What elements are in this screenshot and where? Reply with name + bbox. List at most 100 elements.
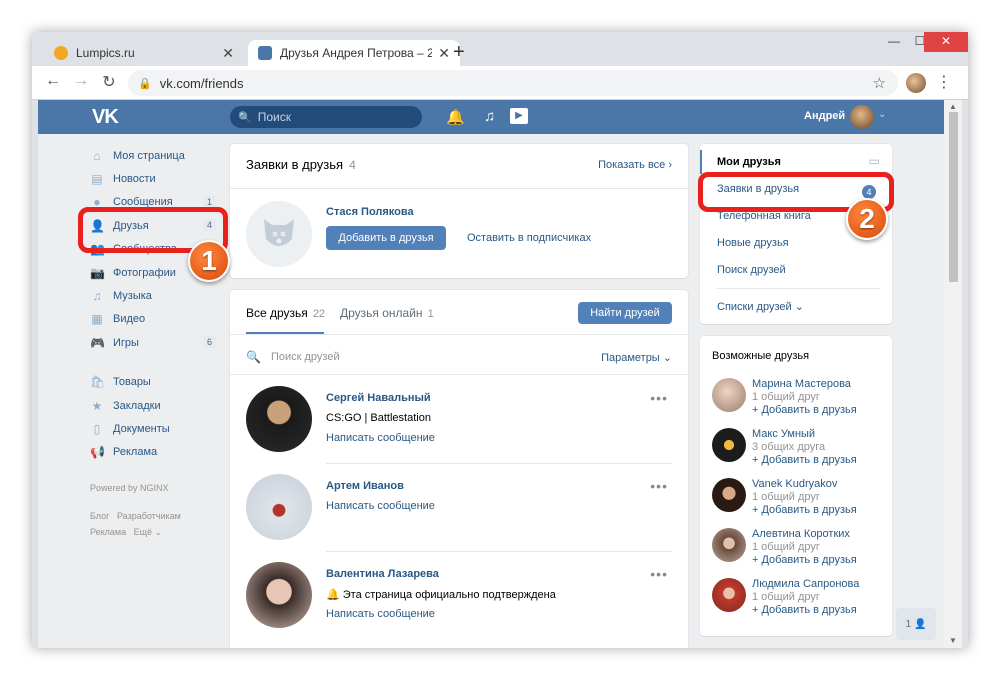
scroll-down-icon[interactable]: ▼: [949, 636, 957, 645]
header-avatar[interactable]: [850, 105, 874, 129]
add-friend-link[interactable]: + Добавить в друзья: [752, 504, 857, 516]
possible-friend-avatar[interactable]: [712, 428, 746, 462]
tab-vk-friends[interactable]: Друзья Андрея Петрова – 22 др ✕: [248, 40, 460, 66]
browser-menu-icon[interactable]: ⋮: [936, 72, 952, 92]
keep-subscriber-button[interactable]: Оставить в подписчиках: [467, 232, 591, 244]
footer-link-blog[interactable]: Блог: [90, 511, 109, 521]
friend-name[interactable]: Сергей Навальный: [326, 392, 431, 404]
friend-name[interactable]: Валентина Лазарева: [326, 568, 439, 580]
vk-search-input[interactable]: 🔍 Поиск: [230, 106, 422, 128]
page-scrollbar[interactable]: ▲ ▼: [944, 100, 962, 648]
minimize-icon[interactable]: —: [880, 32, 908, 52]
close-tab-icon[interactable]: ✕: [438, 45, 450, 62]
mutual-friends[interactable]: 3 общих друга: [752, 441, 825, 453]
lock-icon: 🔒: [138, 77, 152, 90]
nav-item-bookmarks[interactable]: ★ Закладки: [90, 394, 216, 417]
add-friend-link[interactable]: + Добавить в друзья: [752, 404, 857, 416]
default-avatar[interactable]: [246, 201, 312, 267]
nav-label: Реклама: [113, 446, 158, 459]
browser-toolbar: ← → ↻ 🔒 vk.com/friends ☆ ⋮: [32, 66, 968, 100]
browser-profile-avatar[interactable]: [906, 73, 926, 93]
footer-link-more[interactable]: Ещё ⌄: [134, 527, 162, 537]
music-note-icon[interactable]: ♫: [484, 108, 495, 125]
tab-count: 1: [427, 308, 434, 320]
bookmark-star-icon[interactable]: ☆: [873, 74, 886, 92]
tab-title: Lumpics.ru: [76, 46, 135, 60]
footer-link-ads[interactable]: Реклама: [90, 527, 126, 537]
parameters-dropdown[interactable]: Параметры ⌄: [601, 351, 672, 364]
write-message-link[interactable]: Написать сообщение: [326, 500, 435, 512]
mutual-friends[interactable]: 1 общий друг: [752, 491, 820, 503]
chat-button[interactable]: 1 👤: [896, 608, 936, 640]
mutual-friends[interactable]: 1 общий друг: [752, 591, 820, 603]
nav-divider: [90, 355, 216, 371]
friend-requests-card: Заявки в друзья 4 Показать все › Стася По…: [230, 144, 688, 278]
possible-friend-name[interactable]: Алевтина Коротких: [752, 528, 850, 540]
search-icon: 🔍: [246, 350, 261, 364]
scroll-thumb[interactable]: [949, 112, 958, 282]
add-friend-link[interactable]: + Добавить в друзья: [752, 554, 857, 566]
write-message-link[interactable]: Написать сообщение: [326, 608, 435, 620]
find-friends-button[interactable]: Найти друзей: [578, 302, 672, 324]
nav-item-video[interactable]: ▦ Видео: [90, 308, 216, 331]
nav-count: 6: [202, 336, 216, 349]
possible-friend-name[interactable]: Людмила Сапронова: [752, 578, 859, 590]
window-close-icon[interactable]: ✕: [924, 32, 968, 52]
possible-friend-avatar[interactable]: [712, 578, 746, 612]
chevron-down-icon[interactable]: ⌄: [878, 109, 886, 120]
write-message-link[interactable]: Написать сообщение: [326, 432, 435, 444]
nav-item-news[interactable]: ▤ Новости: [90, 167, 216, 190]
tab-friends-online[interactable]: Друзья онлайн 1: [340, 306, 434, 320]
nav-item-my-page[interactable]: ⌂ Моя страница: [90, 144, 216, 167]
forward-arrow-icon[interactable]: →: [70, 72, 92, 90]
header-user-name[interactable]: Андрей: [804, 110, 845, 122]
request-person-name[interactable]: Стася Полякова: [326, 206, 414, 218]
friend-name[interactable]: Артем Иванов: [326, 480, 404, 492]
possible-friend-avatar[interactable]: [712, 528, 746, 562]
possible-friend-row: Макс Умный 3 общих друга + Добавить в др…: [712, 428, 892, 478]
nav-item-goods[interactable]: 🛍 Товары: [90, 371, 216, 394]
menu-my-friends[interactable]: Мои друзья: [717, 156, 781, 168]
bell-icon[interactable]: 🔔: [446, 108, 465, 126]
nav-label: Новости: [113, 173, 156, 186]
add-friend-button[interactable]: Добавить в друзья: [326, 226, 446, 250]
possible-friend-avatar[interactable]: [712, 378, 746, 412]
nav-item-documents[interactable]: ▯ Документы: [90, 417, 216, 440]
scroll-up-icon[interactable]: ▲: [949, 102, 957, 111]
nav-item-games[interactable]: 🎮 Игры 6: [90, 331, 216, 354]
close-tab-icon[interactable]: ✕: [222, 45, 234, 62]
nav-item-music[interactable]: ♫ Музыка: [90, 284, 216, 307]
possible-friend-name[interactable]: Vanek Kudryakov: [752, 478, 837, 490]
search-placeholder: Поиск: [257, 110, 291, 124]
more-options-icon[interactable]: •••: [650, 390, 668, 406]
show-all-link[interactable]: Показать все ›: [598, 159, 672, 171]
vk-logo[interactable]: VK: [92, 106, 119, 129]
menu-new-friends[interactable]: Новые друзья: [717, 237, 789, 249]
tab-lumpics[interactable]: Lumpics.ru ✕: [44, 40, 244, 66]
nav-label: Музыка: [113, 290, 152, 303]
menu-find-friends[interactable]: Поиск друзей: [717, 264, 786, 276]
possible-friend-avatar[interactable]: [712, 478, 746, 512]
play-icon[interactable]: ▶: [510, 108, 528, 124]
menu-friend-lists[interactable]: Списки друзей ⌄: [717, 300, 804, 313]
friends-search-input[interactable]: 🔍 Поиск друзей: [246, 350, 340, 364]
calendar-icon[interactable]: ▭: [869, 154, 880, 168]
reload-icon[interactable]: ↻: [98, 72, 120, 92]
more-options-icon[interactable]: •••: [650, 478, 668, 494]
friend-avatar[interactable]: [246, 386, 312, 452]
more-options-icon[interactable]: •••: [650, 566, 668, 582]
tab-all-friends[interactable]: Все друзья 22: [246, 306, 325, 320]
friend-avatar[interactable]: [246, 562, 312, 628]
possible-friend-name[interactable]: Марина Мастерова: [752, 378, 851, 390]
nav-item-ads[interactable]: 📢 Реклама: [90, 441, 216, 464]
new-tab-button[interactable]: +: [453, 41, 465, 64]
add-friend-link[interactable]: + Добавить в друзья: [752, 454, 857, 466]
footer-link-developers[interactable]: Разработчикам: [117, 511, 181, 521]
mutual-friends[interactable]: 1 общий друг: [752, 541, 820, 553]
back-arrow-icon[interactable]: ←: [42, 72, 64, 90]
possible-friend-name[interactable]: Макс Умный: [752, 428, 815, 440]
address-bar[interactable]: 🔒 vk.com/friends ☆: [128, 70, 898, 96]
friend-avatar[interactable]: [246, 474, 312, 540]
mutual-friends[interactable]: 1 общий друг: [752, 391, 820, 403]
add-friend-link[interactable]: + Добавить в друзья: [752, 604, 857, 616]
